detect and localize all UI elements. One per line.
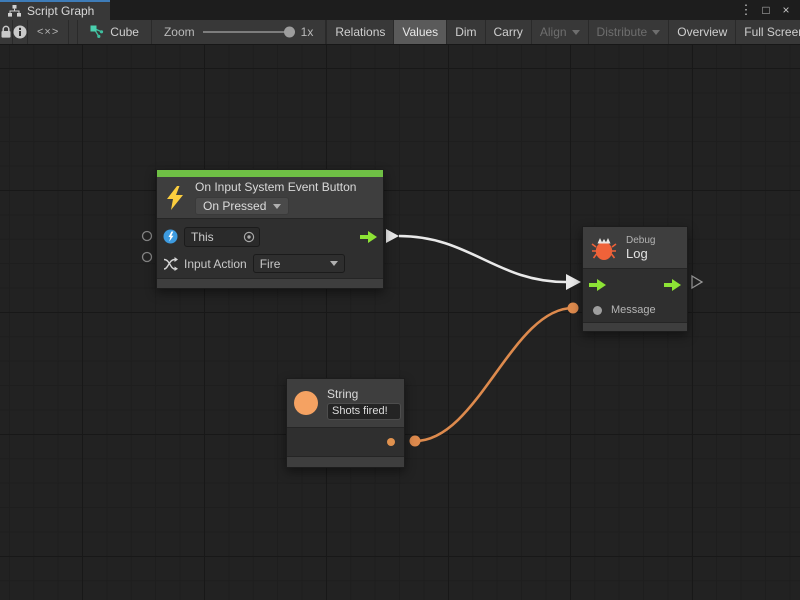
flow-connection-start-arrow[interactable] [386,229,399,243]
tab-label: Script Graph [27,4,94,18]
graph-context-label: Cube [110,25,139,39]
chevron-down-icon [330,261,338,266]
debug-node-body: Message [583,269,687,322]
this-port-row: This [163,223,377,250]
tab-script-graph[interactable]: Script Graph [0,0,110,20]
flow-connection[interactable] [399,236,566,282]
event-node-title: On Input System Event Button [195,180,356,194]
message-port-label: Message [611,304,656,316]
align-label: Align [540,25,567,39]
align-button: Align [531,20,588,44]
distribute-button: Distribute [588,20,669,44]
zoom-label: Zoom [164,25,195,39]
zoom-value: 1x [301,25,314,39]
overview-button[interactable]: Overview [668,20,735,44]
maximize-icon[interactable]: □ [758,3,774,17]
menu-icon[interactable]: ⋮ [738,2,754,18]
object-picker-icon[interactable] [243,231,255,243]
input-action-icon [163,257,178,271]
this-object-field[interactable]: This [184,227,260,247]
string-value-field[interactable]: Shots fired! [327,403,401,420]
carry-button[interactable]: Carry [485,20,531,44]
script-graph-window: Script Graph ⋮ □ × [0,0,800,600]
distribute-label: Distribute [597,25,648,39]
lightning-bolt-icon [165,186,185,210]
lock-button[interactable] [0,20,13,44]
lock-icon [0,25,12,39]
debug-flow-row [589,272,681,298]
input-action-row: Input Action Fire [163,250,377,277]
event-node-body: This [157,219,383,278]
debug-node-category: Debug [626,235,655,246]
graph-owner-icon [90,25,104,39]
chevron-down-icon [652,30,660,35]
event-mode-dropdown[interactable]: On Pressed [195,197,289,215]
graph-canvas[interactable]: On Input System Event Button On Pressed [0,45,800,600]
string-node-header[interactable]: String Shots fired! [287,379,404,428]
event-this-port-ring[interactable] [143,232,152,241]
this-field-value: This [191,230,214,244]
event-node-header[interactable]: On Input System Event Button On Pressed [157,177,383,219]
debug-flow-out-port[interactable] [664,279,681,291]
debug-flow-in-port[interactable] [589,279,606,291]
flow-connection-end-arrow[interactable] [566,274,581,290]
bug-icon [591,235,617,261]
event-node-footer [157,278,383,288]
event-inputaction-port-ring[interactable] [143,253,152,262]
info-icon [13,25,27,39]
tab-bar: Script Graph ⋮ □ × [0,0,800,20]
message-port-dot[interactable] [593,306,602,315]
debug-node-header[interactable]: Debug Log [583,227,687,269]
event-node[interactable]: On Input System Event Button On Pressed [156,169,384,289]
value-connection[interactable] [415,308,573,441]
input-action-label: Input Action [184,257,247,271]
string-type-icon [294,391,318,415]
chevron-down-icon [572,30,580,35]
debug-node-title: Log [626,246,655,261]
string-node-footer [287,456,404,467]
input-action-dropdown[interactable]: Fire [253,254,345,273]
event-mode-value: On Pressed [203,199,266,213]
message-port-row: Message [589,298,681,322]
string-output-port[interactable] [387,438,395,446]
dim-button[interactable]: Dim [446,20,484,44]
zoom-control: Zoom 1x [152,20,326,44]
event-flow-out-port[interactable] [360,231,377,243]
fullscreen-button[interactable]: Full Screen [735,20,800,44]
debug-node-footer [583,322,687,331]
gameobject-self-icon [163,229,178,244]
code-view-button[interactable]: <×> [28,20,69,44]
string-node[interactable]: String Shots fired! [286,378,405,468]
graph-icon [8,5,21,17]
chevron-down-icon [273,204,281,209]
info-button[interactable] [13,20,28,44]
zoom-slider-handle[interactable] [284,27,295,38]
string-node-body [287,428,404,456]
debug-log-node[interactable]: Debug Log [582,226,688,332]
value-connection-start-dot[interactable] [410,436,421,447]
toolbar-buttons: Relations Values Dim Carry Align Distrib… [326,20,800,44]
values-button[interactable]: Values [393,20,446,44]
debug-flow-out-port-triangle[interactable] [692,276,702,288]
graph-context[interactable]: Cube [77,20,152,44]
close-icon[interactable]: × [778,3,794,17]
event-node-accent-strip [157,170,383,177]
value-connection-end-dot[interactable] [568,303,579,314]
relations-button[interactable]: Relations [326,20,393,44]
string-node-title: String [327,387,401,401]
zoom-slider[interactable] [203,31,293,33]
input-action-value: Fire [260,257,281,271]
graph-toolbar: <×> Cube Zoom 1x Relations Values Dim [0,20,800,45]
window-controls: ⋮ □ × [738,0,800,20]
